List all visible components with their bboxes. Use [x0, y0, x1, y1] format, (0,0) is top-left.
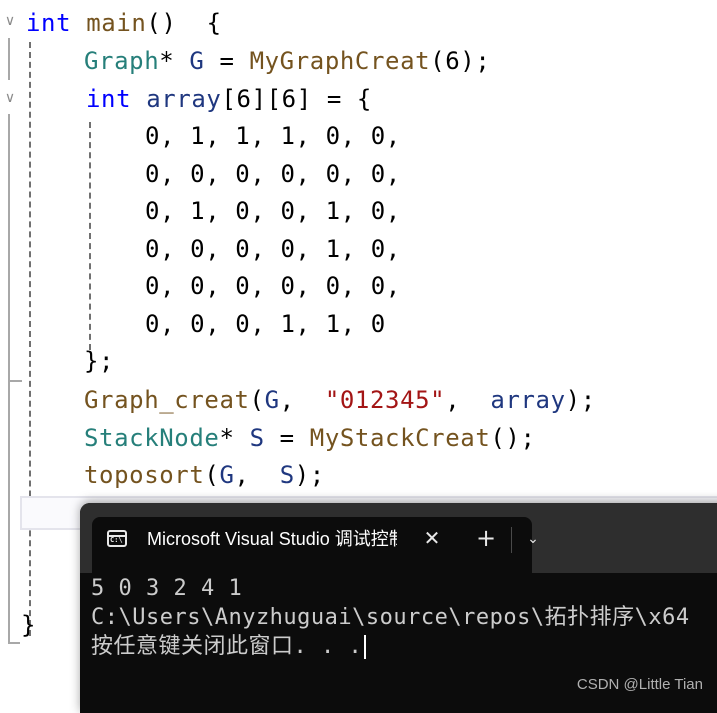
- fold-guide-end: [8, 380, 22, 382]
- close-icon[interactable]: ✕: [422, 526, 442, 550]
- code-token: S: [279, 461, 295, 489]
- fold-guide-end: [8, 642, 20, 644]
- titlebar-divider: [511, 527, 512, 553]
- code-token: 0, 1, 0, 0, 1, 0,: [145, 197, 401, 225]
- fold-guide: [8, 114, 10, 382]
- code-token: ();: [490, 424, 536, 452]
- code-token: Graph: [84, 47, 160, 75]
- console-tab[interactable]: C:\ Microsoft Visual Studio 调试控制台 ✕: [92, 517, 532, 573]
- code-token: 0, 0, 0, 0, 0, 0,: [145, 272, 401, 300]
- chevron-down-icon[interactable]: ⌄: [523, 526, 543, 550]
- code-token: MyStackCreat: [309, 424, 491, 452]
- new-tab-plus-icon[interactable]: +: [476, 526, 496, 550]
- code-token: 0, 1, 1, 1, 0, 0,: [145, 122, 401, 150]
- code-token: [6][6] = {: [221, 85, 372, 113]
- code-token: *: [159, 47, 190, 75]
- console-titlebar[interactable]: C:\ Microsoft Visual Studio 调试控制台 ✕ + ⌄: [80, 503, 717, 573]
- code-line: };: [84, 342, 114, 380]
- fold-chevron-down-icon[interactable]: ∨: [2, 13, 18, 29]
- code-token: S: [249, 424, 265, 452]
- watermark: CSDN @Little Tian: [576, 676, 703, 693]
- code-token: =: [264, 424, 310, 452]
- code-token: (6);: [430, 47, 491, 75]
- code-token: "012345": [324, 386, 446, 414]
- code-token: 0, 0, 0, 1, 1, 0: [145, 310, 386, 338]
- code-token: G: [219, 461, 235, 489]
- code-token: array: [146, 85, 222, 113]
- code-line: 0, 0, 0, 0, 0, 0,: [145, 155, 401, 193]
- code-token: int: [26, 9, 72, 37]
- code-line: int array[6][6] = {: [86, 80, 372, 118]
- code-line: 0, 1, 0, 0, 1, 0,: [145, 192, 401, 230]
- fold-guide: [8, 38, 10, 80]
- code-line: }: [21, 606, 36, 644]
- code-line: Graph_creat(G, "012345", array);: [84, 381, 596, 419]
- code-line: StackNode* S = MyStackCreat();: [84, 419, 536, 457]
- code-token: );: [294, 461, 325, 489]
- code-token: MyGraphCreat: [249, 47, 431, 75]
- code-token: =: [204, 47, 250, 75]
- code-line: int main() {: [26, 4, 222, 42]
- code-token: ,: [279, 386, 325, 414]
- code-token: Graph_creat: [84, 386, 250, 414]
- code-token: G: [189, 47, 205, 75]
- code-token: );: [565, 386, 596, 414]
- code-token: StackNode: [84, 424, 220, 452]
- console-output-line: 5 0 3 2 4 1: [91, 576, 243, 601]
- code-line: 0, 0, 0, 0, 0, 0,: [145, 267, 401, 305]
- code-token: array: [490, 386, 566, 414]
- console-output-line: 按任意键关闭此窗口. . .: [91, 632, 367, 661]
- indent-guide: [29, 42, 31, 636]
- tab-title: Microsoft Visual Studio 调试控制台: [147, 529, 397, 549]
- code-token: G: [264, 386, 280, 414]
- code-line: Graph* G = MyGraphCreat(6);: [84, 42, 490, 80]
- code-token: main: [86, 9, 147, 37]
- code-token: 0, 0, 0, 0, 1, 0,: [145, 235, 401, 263]
- fold-guide: [8, 382, 10, 644]
- code-line: 0, 1, 1, 1, 0, 0,: [145, 117, 401, 155]
- code-token: int: [86, 85, 132, 113]
- code-token: };: [84, 347, 115, 375]
- code-token: () {: [146, 9, 222, 37]
- terminal-icon: C:\: [107, 530, 127, 547]
- code-token: *: [219, 424, 250, 452]
- indent-guide: [89, 122, 91, 350]
- console-prompt-text: 按任意键关闭此窗口. . .: [91, 634, 363, 659]
- code-token: (: [249, 386, 265, 414]
- code-line: toposort(G, S);: [84, 456, 325, 494]
- code-token: toposort: [84, 461, 205, 489]
- code-line: 0, 0, 0, 1, 1, 0: [145, 305, 386, 343]
- code-line: 0, 0, 0, 0, 1, 0,: [145, 230, 401, 268]
- console-output-line: C:\Users\Anyzhuguai\source\repos\拓扑排序\x6…: [91, 605, 690, 630]
- code-token: (: [204, 461, 220, 489]
- text-cursor: [364, 635, 367, 659]
- code-token: }: [21, 611, 37, 639]
- code-token: ,: [234, 461, 280, 489]
- code-token: 0, 0, 0, 0, 0, 0,: [145, 160, 401, 188]
- code-token: ,: [445, 386, 491, 414]
- fold-chevron-down-icon[interactable]: ∨: [2, 90, 18, 106]
